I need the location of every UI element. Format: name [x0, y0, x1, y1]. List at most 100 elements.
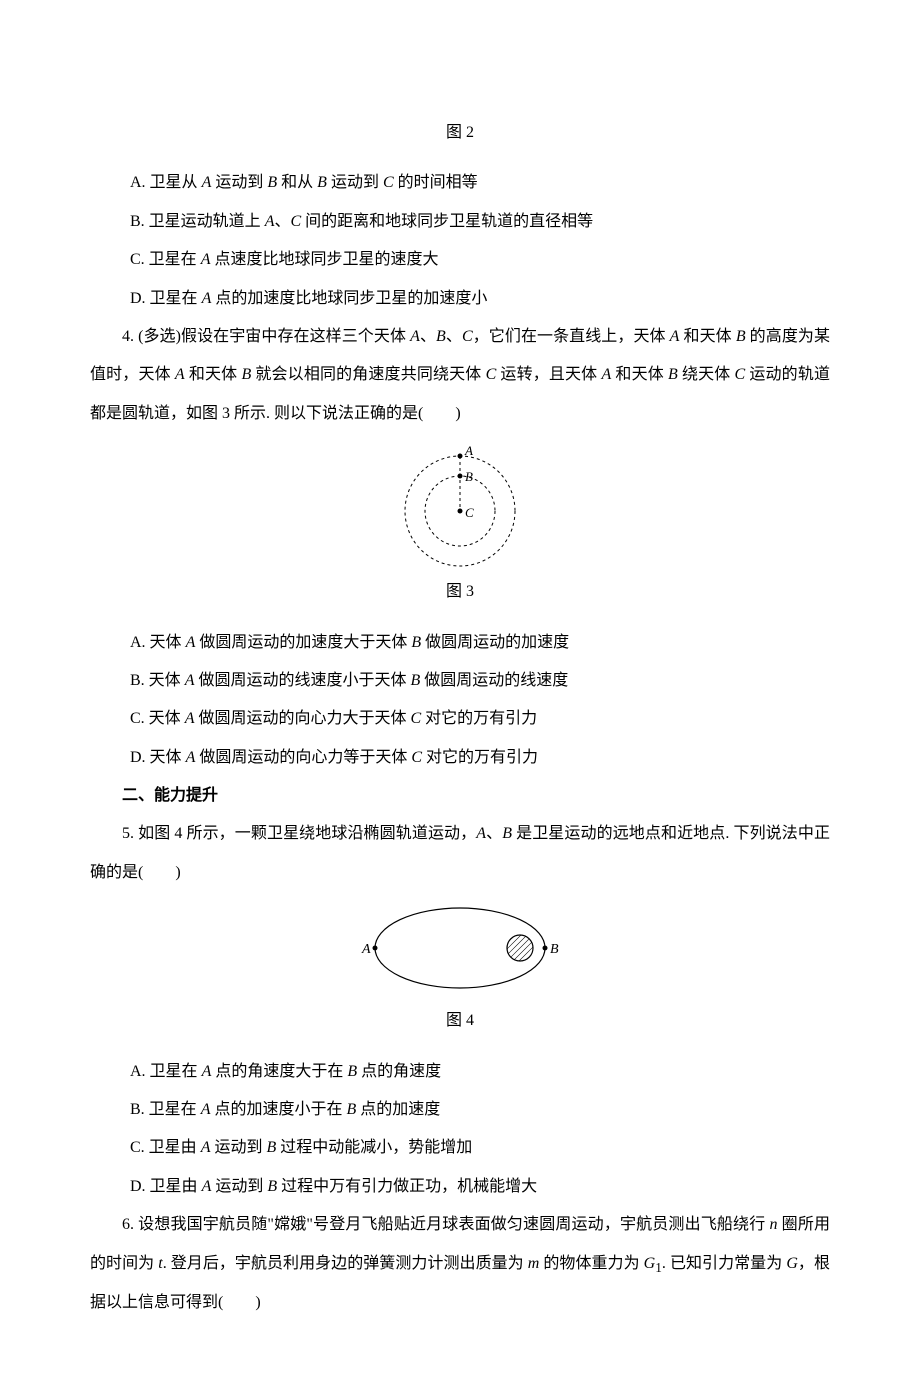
text: B. 卫星在 [130, 1101, 201, 1118]
label-b: B [550, 942, 559, 957]
var-c: C [735, 366, 746, 383]
text: C. 卫星在 [130, 251, 201, 268]
var-m: m [528, 1255, 540, 1272]
q3-option-c: C. 卫星在 A 点速度比地球同步卫星的速度大 [90, 241, 830, 279]
ellipse-icon: A B [350, 898, 570, 998]
text: C. 卫星由 [130, 1139, 201, 1156]
circles-icon: A B C [390, 439, 530, 569]
text: 做圆周运动的线速度小于天体 [194, 672, 410, 689]
q5-option-a: A. 卫星在 A 点的角速度大于在 B 点的角速度 [90, 1053, 830, 1091]
var-a: A [410, 328, 420, 345]
var-a: A [202, 1178, 212, 1195]
var-a: A [201, 1139, 211, 1156]
q5-option-d: D. 卫星由 A 运动到 B 过程中万有引力做正功，机械能增大 [90, 1168, 830, 1206]
text: 点的加速度小于在 [210, 1101, 346, 1118]
q5-option-b: B. 卫星在 A 点的加速度小于在 B 点的加速度 [90, 1091, 830, 1129]
q3-option-b: B. 卫星运动轨道上 A、C 间的距离和地球同步卫星轨道的直径相等 [90, 203, 830, 241]
var-b: B [267, 1178, 277, 1195]
var-n: n [770, 1216, 778, 1233]
q5-stem: 5. 如图 4 所示，一颗卫星绕地球沿椭圆轨道运动，A、B 是卫星运动的远地点和… [90, 815, 830, 892]
text: C. 天体 [130, 710, 185, 727]
text: 做圆周运动的加速度 [421, 634, 569, 651]
text: 绕天体 [678, 366, 735, 383]
text: A. 卫星在 [130, 1063, 202, 1080]
q4-option-c: C. 天体 A 做圆周运动的向心力大于天体 C 对它的万有引力 [90, 700, 830, 738]
var-a: A [670, 328, 680, 345]
var-a: A [202, 1063, 212, 1080]
var-c: C [410, 710, 421, 727]
text: . 已知引力常量为 [662, 1255, 786, 1272]
text: 点的角速度大于在 [211, 1063, 347, 1080]
var-c: C [486, 366, 497, 383]
var-b: B [266, 1139, 276, 1156]
text: 、 [420, 328, 436, 345]
var-a: A [265, 213, 275, 230]
label-c: C [465, 505, 474, 520]
var-b: B [317, 174, 327, 191]
text: . 登月后，宇航员利用身边的弹簧测力计测出质量为 [163, 1255, 528, 1272]
fig3-caption: 图 3 [90, 573, 830, 611]
text: 点的角速度 [357, 1063, 441, 1080]
var-a: A [201, 1101, 211, 1118]
text: A. 卫星从 [130, 174, 202, 191]
q5-option-c: C. 卫星由 A 运动到 B 过程中动能减小，势能增加 [90, 1129, 830, 1167]
text: 点的加速度比地球同步卫星的加速度小 [211, 290, 487, 307]
text: D. 卫星由 [130, 1178, 202, 1195]
text: 运动到 [210, 1139, 266, 1156]
q3-option-a: A. 卫星从 A 运动到 B 和从 B 运动到 C 的时间相等 [90, 164, 830, 202]
text: D. 天体 [130, 749, 186, 766]
text: 4. (多选)假设在宇宙中存在这样三个天体 [122, 328, 410, 345]
text: 过程中动能减小，势能增加 [276, 1139, 472, 1156]
text: 和天体 [679, 328, 735, 345]
text: 运动到 [211, 174, 267, 191]
var-g: G [786, 1255, 798, 1272]
var-c: C [383, 174, 394, 191]
var-a: A [601, 366, 611, 383]
text: 做圆周运动的向心力大于天体 [194, 710, 410, 727]
var-b: B [411, 634, 421, 651]
text: 和从 [277, 174, 317, 191]
var-a: A [175, 366, 185, 383]
var-a: A [202, 290, 212, 307]
var-a: A [186, 749, 196, 766]
var-a: A [185, 672, 195, 689]
label-a: A [361, 942, 371, 957]
var-b: B [346, 1101, 356, 1118]
text: 点的加速度 [356, 1101, 440, 1118]
fig2-caption: 图 2 [90, 114, 830, 152]
text: 对它的万有引力 [422, 749, 538, 766]
label-a: A [464, 443, 473, 458]
text: 和天体 [611, 366, 668, 383]
text: 做圆周运动的线速度 [420, 672, 568, 689]
section-heading: 二、能力提升 [90, 777, 830, 815]
q4-stem: 4. (多选)假设在宇宙中存在这样三个天体 A、B、C，它们在一条直线上，天体 … [90, 318, 830, 433]
text: 、 [486, 825, 502, 842]
var-b: B [668, 366, 678, 383]
var-b: B [267, 174, 277, 191]
var-b: B [241, 366, 251, 383]
text: B. 卫星运动轨道上 [130, 213, 265, 230]
text: 运动到 [211, 1178, 267, 1195]
var-c: C [411, 749, 422, 766]
var-a: A [476, 825, 486, 842]
q3-option-d: D. 卫星在 A 点的加速度比地球同步卫星的加速度小 [90, 280, 830, 318]
text: 间的距离和地球同步卫星轨道的直径相等 [301, 213, 593, 230]
text: 运动到 [327, 174, 383, 191]
text: 就会以相同的角速度共同绕天体 [251, 366, 485, 383]
text: 运转，且天体 [496, 366, 601, 383]
text: 和天体 [185, 366, 242, 383]
var-c: C [290, 213, 301, 230]
text: ，它们在一条直线上，天体 [473, 328, 670, 345]
text: 做圆周运动的向心力等于天体 [195, 749, 411, 766]
var-a: A [186, 634, 196, 651]
fig3: A B C [90, 439, 830, 569]
text: 、 [274, 213, 290, 230]
text: 的时间相等 [394, 174, 478, 191]
text: A. 天体 [130, 634, 186, 651]
text: 的物体重力为 [539, 1255, 643, 1272]
var-c: C [462, 328, 473, 345]
text: 6. 设想我国宇航员随"嫦娥"号登月飞船贴近月球表面做匀速圆周运动，宇航员测出飞… [122, 1216, 770, 1233]
var-b: B [436, 328, 446, 345]
q6-stem: 6. 设想我国宇航员随"嫦娥"号登月飞船贴近月球表面做匀速圆周运动，宇航员测出飞… [90, 1206, 830, 1322]
var-b: B [410, 672, 420, 689]
